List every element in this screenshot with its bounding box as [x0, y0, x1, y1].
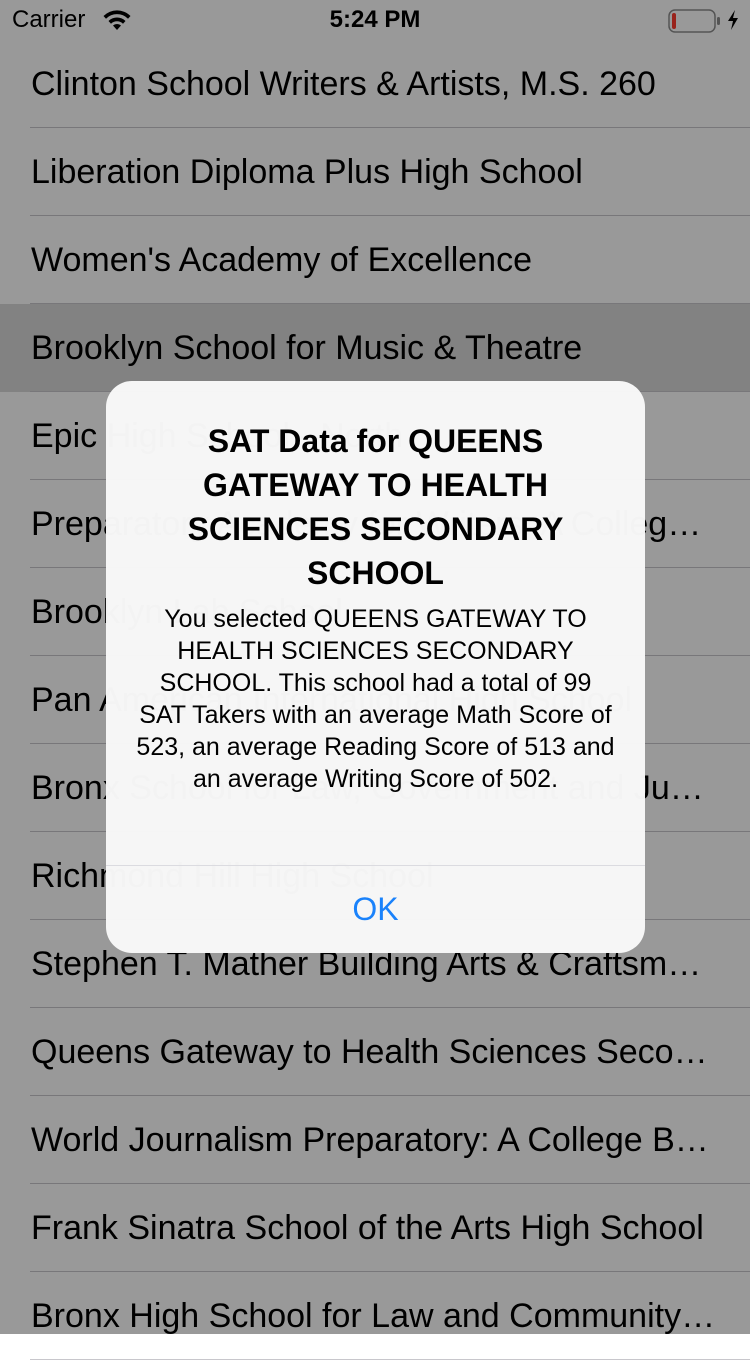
ok-button[interactable]: OK: [106, 866, 645, 953]
screen: Carrier 5:24 PM Clinton School Writers &…: [0, 0, 750, 1360]
alert-title: SAT Data for QUEENS GATEWAY TO HEALTH SC…: [187, 423, 564, 591]
alert-message: You selected QUEENS GATEWAY TO HEALTH SC…: [136, 605, 615, 793]
sat-data-alert: SAT Data for QUEENS GATEWAY TO HEALTH SC…: [106, 381, 645, 953]
